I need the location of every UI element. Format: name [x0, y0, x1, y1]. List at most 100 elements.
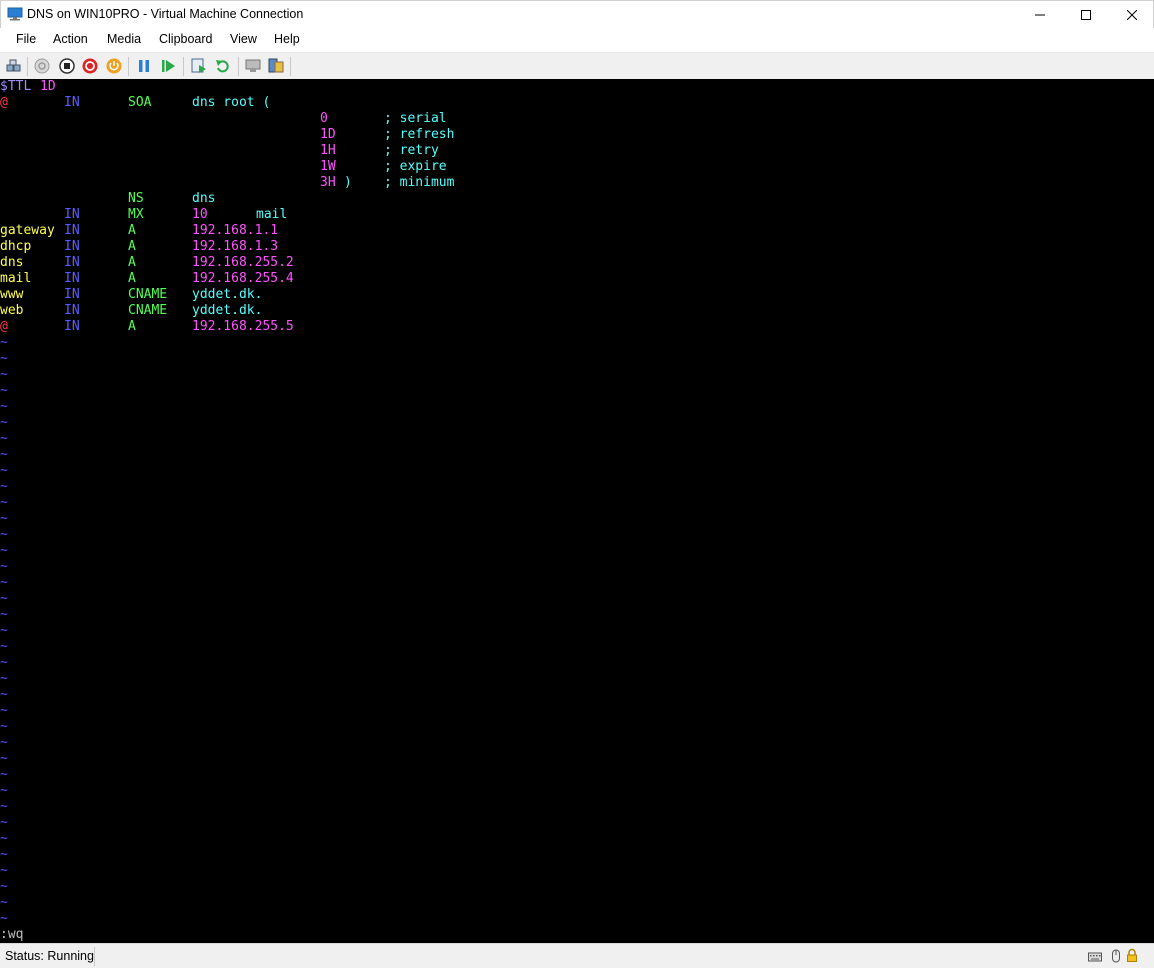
console-token: ; refresh: [384, 127, 455, 142]
resume-icon[interactable]: [159, 57, 177, 75]
console-line: www IN CNAME yddet.dk.: [0, 287, 1154, 303]
empty-line-tilde: ~: [0, 335, 8, 350]
empty-line-tilde: ~: [0, 687, 8, 702]
toolbar-separator: [238, 57, 239, 76]
ctrl-alt-del-icon[interactable]: [5, 57, 23, 75]
vim-command-line[interactable]: :wq: [0, 927, 1154, 943]
console-line: 1W ; expire: [0, 159, 1154, 175]
empty-line-tilde: ~: [0, 479, 8, 494]
console-line: web IN CNAME yddet.dk.: [0, 303, 1154, 319]
empty-line-tilde: ~: [0, 863, 8, 878]
console-token: IN: [64, 287, 80, 302]
status-bar: Status: Running: [0, 943, 1154, 968]
empty-line-tilde: ~: [0, 735, 8, 750]
console-token: 192.168.255.4: [192, 271, 294, 286]
console-token: yddet.dk.: [192, 303, 263, 318]
console-line: $TTL 1D: [0, 79, 1154, 95]
checkpoint-icon[interactable]: [190, 57, 208, 75]
minimize-icon: [1035, 14, 1045, 16]
menu-file[interactable]: File: [16, 32, 36, 46]
empty-line-tilde: ~: [0, 431, 8, 446]
pause-icon[interactable]: [135, 57, 153, 75]
status-text: Status: Running: [5, 949, 94, 963]
empty-line-tilde: ~: [0, 495, 8, 510]
empty-line-tilde: ~: [0, 543, 8, 558]
console-line: 3H) ; minimum: [0, 175, 1154, 191]
empty-line-tilde: ~: [0, 767, 8, 782]
empty-line-tilde: ~: [0, 639, 8, 654]
menu-action[interactable]: Action: [53, 32, 88, 46]
empty-line-tilde: ~: [0, 447, 8, 462]
console-line: 1D ; refresh: [0, 127, 1154, 143]
empty-line-tilde: ~: [0, 831, 8, 846]
minimize-button[interactable]: [1017, 1, 1063, 29]
console-line: NS dns: [0, 191, 1154, 207]
console-token: 1H: [320, 143, 336, 158]
console-token: 10: [192, 207, 208, 222]
console-token: IN: [64, 223, 80, 238]
console-token: 192.168.255.5: [192, 319, 294, 334]
start-icon[interactable]: [33, 57, 51, 75]
console-token: @: [0, 95, 8, 110]
shut-down-icon[interactable]: [81, 57, 99, 75]
console-token: IN: [64, 255, 80, 270]
console-token: CNAME: [128, 303, 168, 318]
console-token: 3H: [320, 175, 336, 190]
console-token: $TTL: [0, 79, 32, 94]
enhanced-session-icon[interactable]: [244, 57, 262, 75]
empty-line-tilde: ~: [0, 367, 8, 382]
console-line: mail IN A 192.168.255.4: [0, 271, 1154, 287]
console-token: IN: [64, 303, 80, 318]
empty-line-tilde: ~: [0, 879, 8, 894]
console-token: A: [128, 271, 136, 286]
console-token: IN: [64, 95, 80, 110]
empty-line-tilde: ~: [0, 383, 8, 398]
close-icon: [1127, 10, 1137, 20]
menu-help[interactable]: Help: [274, 32, 300, 46]
console-token: web: [0, 303, 24, 318]
share-icon[interactable]: [267, 57, 285, 75]
console-token: A: [128, 239, 136, 254]
turn-off-icon[interactable]: [58, 57, 76, 75]
console-line: IN MX 10 mail: [0, 207, 1154, 223]
console-token: 1D: [320, 127, 336, 142]
console-line: @ IN SOA dns root (: [0, 95, 1154, 111]
close-button[interactable]: [1109, 1, 1154, 29]
console-token: ): [344, 175, 352, 190]
revert-icon[interactable]: [214, 57, 232, 75]
empty-line-tilde: ~: [0, 415, 8, 430]
console-token: gateway: [0, 223, 55, 238]
console-token: IN: [64, 207, 80, 222]
vm-console[interactable]: $TTL 1D @ IN SOA dns root (0 ; serial 1D ; refre…: [0, 79, 1154, 943]
menu-media[interactable]: Media: [107, 32, 141, 46]
console-line: 0 ; serial: [0, 111, 1154, 127]
empty-line-tilde: ~: [0, 895, 8, 910]
console-token: A: [128, 223, 136, 238]
title-bar: DNS on WIN10PRO - Virtual Machine Connec…: [0, 0, 1154, 28]
menu-bar: File Action Media Clipboard View Help: [0, 28, 1154, 52]
console-token: SOA: [128, 95, 152, 110]
vm-monitor-icon: [7, 7, 23, 21]
power-icon[interactable]: [105, 57, 123, 75]
console-line: gateway IN A 192.168.1.1: [0, 223, 1154, 239]
console-token: MX: [128, 207, 144, 222]
console-token: ; serial: [384, 111, 447, 126]
empty-line-tilde: ~: [0, 607, 8, 622]
console-token: 0: [320, 111, 328, 126]
empty-line-tilde: ~: [0, 911, 8, 926]
console-line: 1H ; retry: [0, 143, 1154, 159]
keyboard-icon: [1088, 952, 1102, 962]
console-token: 192.168.1.3: [192, 239, 279, 254]
console-token: IN: [64, 319, 80, 334]
menu-clipboard[interactable]: Clipboard: [159, 32, 213, 46]
maximize-button[interactable]: [1063, 1, 1109, 29]
console-token: dns: [192, 191, 216, 206]
console-token: www: [0, 287, 24, 302]
console-token: ; expire: [384, 159, 447, 174]
console-token: yddet.dk.: [192, 287, 263, 302]
console-line: @ IN A 192.168.255.5: [0, 319, 1154, 335]
console-token: IN: [64, 271, 80, 286]
menu-view[interactable]: View: [230, 32, 257, 46]
console-token: ; retry: [384, 143, 439, 158]
console-token: A: [128, 319, 136, 334]
